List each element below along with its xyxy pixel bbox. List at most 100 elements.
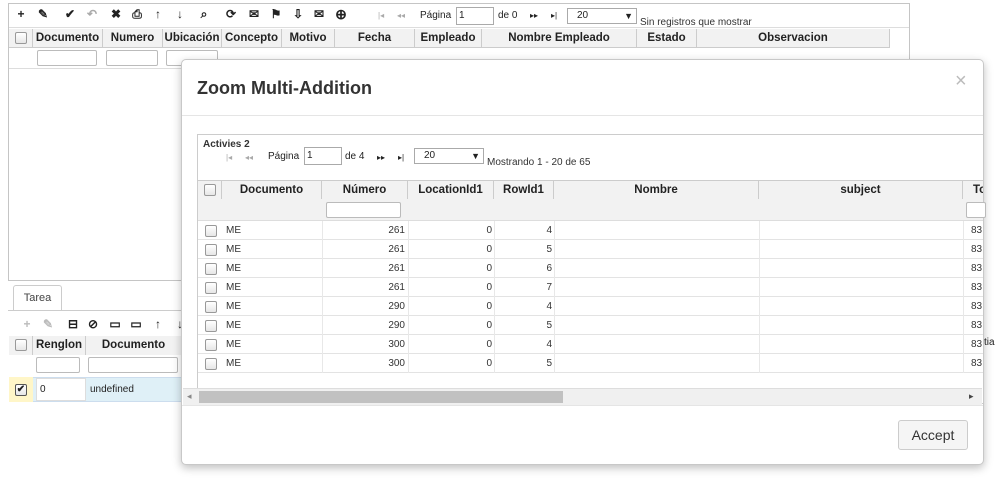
mail-icon[interactable]: ✉ (311, 6, 327, 22)
dialog-page-input[interactable]: 1 (304, 147, 342, 165)
col-ubicacion[interactable]: Ubicación (163, 29, 222, 47)
column-separator (494, 335, 495, 354)
col-fecha[interactable]: Fecha (335, 29, 415, 47)
dialog-col-rowid1[interactable]: RowId1 (494, 181, 554, 199)
dialog-select-all[interactable] (198, 181, 222, 199)
row-checkbox[interactable] (205, 358, 217, 370)
dialog-col-nombre[interactable]: Nombre (554, 181, 759, 199)
row-checkbox[interactable] (205, 320, 217, 332)
row-checkbox[interactable] (205, 225, 217, 237)
detail-renglon-value[interactable]: 0 (36, 378, 86, 401)
cell-numero: 261 (388, 225, 405, 236)
detail-row-checkbox[interactable]: ✔ (15, 384, 27, 396)
column-separator (963, 297, 964, 316)
dialog-col-subject[interactable]: subject (759, 181, 963, 199)
detail-edit-icon[interactable]: ✎ (40, 316, 56, 332)
close-icon[interactable]: × (955, 70, 967, 93)
pin-icon[interactable]: ⇩ (290, 6, 306, 22)
detail-add-icon[interactable]: + (19, 316, 35, 332)
detail-filter-renglon[interactable] (36, 357, 80, 373)
col-observacion[interactable]: Observacion (697, 29, 890, 47)
comment-icon[interactable]: ✉ (246, 6, 262, 22)
dialog-select-all-checkbox[interactable] (204, 184, 216, 196)
detail-cancel-icon[interactable]: ⊘ (85, 316, 101, 332)
col-documento[interactable]: Documento (33, 29, 103, 47)
cut-off-text: tia (984, 337, 995, 348)
col-nombre-empleado[interactable]: Nombre Empleado (482, 29, 637, 47)
tab-tarea[interactable]: Tarea (13, 285, 62, 311)
dialog-first-page-icon[interactable]: |◂ (226, 153, 232, 162)
dialog-header-divider (182, 115, 983, 116)
dialog-col-locationid1[interactable]: LocationId1 (408, 181, 494, 199)
row-checkbox[interactable] (205, 301, 217, 313)
row-checkbox[interactable] (205, 263, 217, 275)
rows-per-page-select[interactable]: 20 ▼ (567, 8, 637, 24)
cell-rowid: 7 (546, 282, 552, 293)
col-concepto[interactable]: Concepto (222, 29, 282, 47)
dialog-filter-numero[interactable] (326, 202, 401, 218)
row-checkbox[interactable] (205, 339, 217, 351)
dialog-next-page-icon[interactable]: ▸▸ (377, 153, 385, 162)
flag-icon[interactable]: ⚑ (268, 6, 284, 22)
prev-page-icon[interactable]: ◂◂ (397, 11, 405, 20)
col-motivo[interactable]: Motivo (282, 29, 335, 47)
delete-icon[interactable]: ✖ (108, 6, 124, 22)
plus-circle-icon[interactable]: ⊕ (333, 6, 349, 22)
dialog-rows-select[interactable]: 20 ▼ (414, 148, 484, 164)
arrow-up-icon[interactable]: ↑ (150, 6, 166, 22)
row-checkbox[interactable] (205, 244, 217, 256)
detail-select-all[interactable] (9, 336, 33, 355)
dialog-col-to[interactable]: To (963, 181, 983, 199)
detail-col-documento[interactable]: Documento (86, 336, 182, 355)
scroll-right-icon[interactable]: ▸ (969, 391, 974, 402)
print-icon[interactable]: ⎙ (129, 6, 145, 22)
column-separator (759, 297, 760, 316)
detail-box2-icon[interactable]: ▭ (128, 316, 144, 332)
refresh-icon[interactable]: ⟳ (223, 6, 239, 22)
next-page-icon[interactable]: ▸▸ (530, 11, 538, 20)
select-all-header[interactable] (9, 29, 33, 47)
detail-col-renglon[interactable]: Renglon (33, 336, 86, 355)
dialog-col-numero[interactable]: Número (322, 181, 408, 199)
detail-box-icon[interactable]: ▭ (107, 316, 123, 332)
scrollbar-thumb[interactable] (199, 391, 563, 403)
dialog-filter-to[interactable] (966, 202, 986, 218)
edit-icon[interactable]: ✎ (35, 6, 51, 22)
dialog-last-page-icon[interactable]: ▸| (398, 153, 404, 162)
check-icon[interactable]: ✔ (62, 6, 78, 22)
cell-nombre (556, 221, 756, 240)
dialog-page-count: de 4 (345, 151, 365, 162)
cell-documento: ME (226, 282, 241, 293)
filter-documento[interactable] (37, 50, 97, 66)
column-separator (963, 259, 964, 278)
cell-documento: ME (226, 263, 241, 274)
dialog-col-documento[interactable]: Documento (222, 181, 322, 199)
dialog-prev-page-icon[interactable]: ◂◂ (245, 153, 253, 162)
cell-numero: 290 (388, 301, 405, 312)
arrow-down-icon[interactable]: ↓ (172, 6, 188, 22)
scroll-left-icon[interactable]: ◂ (187, 391, 192, 402)
cell-documento: ME (226, 244, 241, 255)
cell-subject (761, 278, 961, 297)
accept-button[interactable]: Accept (898, 420, 968, 450)
cell-rowid: 6 (546, 263, 552, 274)
last-page-icon[interactable]: ▸| (551, 11, 557, 20)
detail-save-icon[interactable]: ⊟ (65, 316, 81, 332)
first-page-icon[interactable]: |◂ (378, 11, 384, 20)
row-checkbox[interactable] (205, 282, 217, 294)
undo-icon[interactable]: ↶ (84, 6, 100, 22)
page-input[interactable]: 1 (456, 7, 494, 25)
col-estado[interactable]: Estado (637, 29, 697, 47)
column-separator (494, 297, 495, 316)
filter-numero[interactable] (106, 50, 158, 66)
cell-to: 83 (971, 263, 983, 274)
detail-select-all-checkbox[interactable] (15, 339, 27, 351)
select-all-checkbox[interactable] (15, 32, 27, 44)
col-empleado[interactable]: Empleado (415, 29, 482, 47)
detail-up-icon[interactable]: ↑ (150, 316, 166, 332)
col-numero[interactable]: Numero (103, 29, 163, 47)
search-icon[interactable]: ⌕ (196, 6, 212, 22)
cell-numero: 290 (388, 320, 405, 331)
add-icon[interactable]: + (13, 6, 29, 22)
detail-filter-documento[interactable] (88, 357, 178, 373)
